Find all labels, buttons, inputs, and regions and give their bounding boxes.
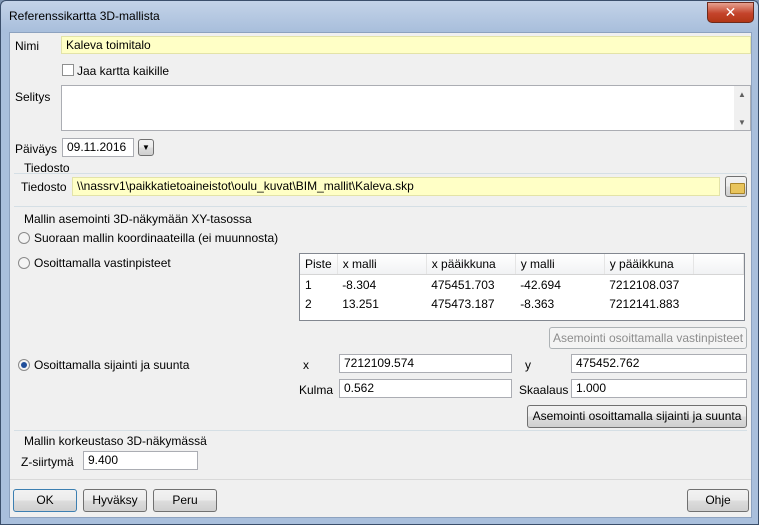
points-placement-button[interactable]: Asemointi osoittamalla vastinpisteet bbox=[549, 327, 747, 349]
height-group-separator bbox=[14, 430, 747, 431]
table-cell: -8.304 bbox=[342, 277, 377, 292]
window-title: Referenssikartta 3D-mallista bbox=[9, 9, 160, 23]
name-input[interactable]: Kaleva toimitalo bbox=[61, 36, 751, 54]
column-header-spacer bbox=[693, 254, 745, 275]
ok-button[interactable]: OK bbox=[13, 489, 77, 512]
scale-input[interactable]: 1.000 bbox=[571, 379, 747, 398]
z-offset-input[interactable]: 9.400 bbox=[83, 451, 198, 470]
apply-button[interactable]: Hyväksy bbox=[83, 489, 147, 512]
name-label: Nimi bbox=[15, 39, 39, 53]
y-label: y bbox=[525, 358, 531, 372]
date-input[interactable]: 09.11.2016 bbox=[62, 138, 134, 157]
table-row[interactable]: 1 -8.304 475451.703 -42.694 7212108.037 bbox=[300, 275, 744, 295]
table-cell: 13.251 bbox=[342, 296, 379, 311]
points-table-grid: Piste x malli x pääikkuna y malli y pääi… bbox=[300, 254, 745, 313]
folder-icon bbox=[730, 183, 745, 194]
share-checkbox[interactable] bbox=[62, 64, 74, 76]
date-picker-button[interactable]: ▼ bbox=[138, 139, 154, 156]
table-cell: -8.363 bbox=[520, 296, 555, 311]
angle-label: Kulma bbox=[299, 383, 334, 397]
scroll-down-icon[interactable]: ▼ bbox=[738, 118, 746, 127]
chevron-down-icon: ▼ bbox=[142, 143, 150, 152]
column-header-x-main[interactable]: x pääikkuna bbox=[426, 254, 516, 275]
radio-location-label: Osoittamalla sijainti ja suunta bbox=[34, 358, 190, 372]
radio-direct-coordinates[interactable] bbox=[18, 232, 30, 244]
column-header-y-main[interactable]: y pääikkuna bbox=[604, 254, 694, 275]
column-header-x-model[interactable]: x malli bbox=[337, 254, 427, 275]
column-header-point[interactable]: Piste bbox=[300, 254, 338, 275]
radio-direct-label: Suoraan mallin koordinaateilla (ei muunn… bbox=[34, 231, 279, 245]
x-input[interactable]: 7212109.574 bbox=[339, 354, 512, 373]
table-cell: 7212141.883 bbox=[609, 296, 680, 311]
column-header-y-model[interactable]: y malli bbox=[515, 254, 605, 275]
corresponding-points-table[interactable]: Piste x malli x pääikkuna y malli y pääi… bbox=[299, 253, 745, 321]
x-label: x bbox=[303, 358, 309, 372]
title-bar[interactable]: Referenssikartta 3D-mallista bbox=[1, 1, 758, 33]
table-cell: 475473.187 bbox=[431, 296, 495, 311]
date-label: Päiväys bbox=[15, 142, 58, 156]
table-cell: -42.694 bbox=[520, 277, 561, 292]
browse-file-button[interactable] bbox=[725, 176, 747, 197]
file-path-input[interactable]: \\nassrv1\paikkatietoaineistot\oulu_kuva… bbox=[72, 177, 720, 196]
description-textarea[interactable]: ▲ ▼ bbox=[61, 85, 751, 131]
description-label: Selitys bbox=[15, 90, 51, 104]
height-group-title: Mallin korkeustaso 3D-näkymässä bbox=[24, 434, 207, 448]
y-input[interactable]: 475452.762 bbox=[571, 354, 747, 373]
location-placement-button[interactable]: Asemointi osoittamalla sijainti ja suunt… bbox=[527, 405, 747, 428]
table-cell bbox=[693, 294, 743, 313]
dialog-window: Referenssikartta 3D-mallista ✕ Nimi Kale… bbox=[0, 0, 759, 525]
table-cell: 1 bbox=[305, 277, 312, 292]
help-button[interactable]: Ohje bbox=[687, 489, 749, 512]
table-row[interactable]: 2 13.251 475473.187 -8.363 7212141.883 bbox=[300, 294, 744, 313]
scale-label: Skaalaus bbox=[519, 383, 569, 397]
z-offset-label: Z-siirtymä bbox=[21, 455, 74, 469]
table-cell: 475451.703 bbox=[431, 277, 495, 292]
placement-group-title: Mallin asemointi 3D-näkymään XY-tasossa bbox=[24, 212, 252, 226]
angle-input[interactable]: 0.562 bbox=[339, 379, 512, 398]
scroll-up-icon[interactable]: ▲ bbox=[738, 90, 746, 99]
table-cell bbox=[693, 275, 743, 295]
cancel-button[interactable]: Peru bbox=[153, 489, 217, 512]
footer-separator bbox=[10, 479, 751, 480]
close-icon: ✕ bbox=[724, 4, 737, 20]
dialog-body: Nimi Kaleva toimitalo Jaa kartta kaikill… bbox=[9, 32, 752, 518]
description-scrollbar[interactable]: ▲ ▼ bbox=[734, 86, 750, 130]
close-button[interactable]: ✕ bbox=[707, 2, 754, 23]
placement-separator bbox=[14, 206, 747, 207]
table-cell: 2 bbox=[305, 296, 312, 311]
share-label: Jaa kartta kaikille bbox=[77, 64, 170, 78]
table-cell: 7212108.037 bbox=[609, 277, 680, 292]
radio-location-direction[interactable] bbox=[18, 359, 30, 371]
points-table-header-row: Piste x malli x pääikkuna y malli y pääi… bbox=[300, 254, 745, 275]
file-label: Tiedosto bbox=[21, 180, 67, 194]
file-group-separator bbox=[14, 173, 747, 174]
radio-corresponding-points[interactable] bbox=[18, 257, 30, 269]
radio-points-label: Osoittamalla vastinpisteet bbox=[34, 256, 171, 270]
